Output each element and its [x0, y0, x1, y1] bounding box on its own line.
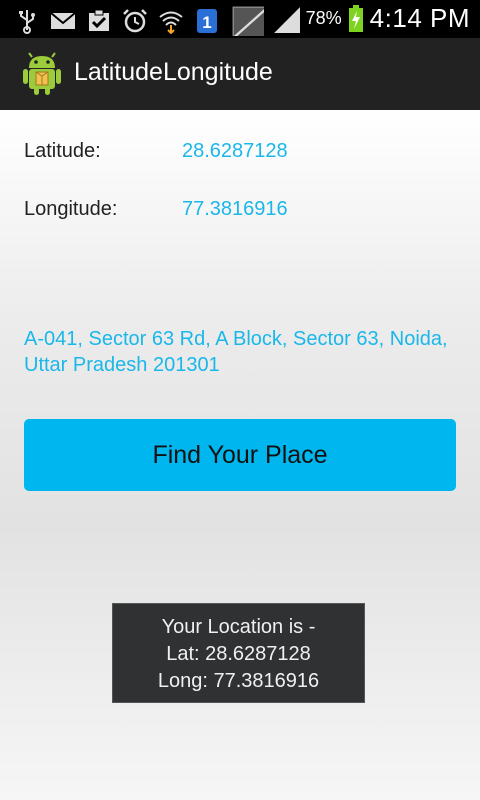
- battery-charging-icon: [348, 4, 363, 32]
- longitude-label: Longitude:: [24, 198, 118, 220]
- find-your-place-button[interactable]: Find Your Place: [24, 419, 456, 491]
- alarm-clock-icon: [123, 9, 147, 33]
- android-icon[interactable]: [22, 52, 62, 96]
- no-signal-icon: [232, 6, 264, 36]
- app-title: LatitudeLongitude: [74, 58, 273, 86]
- notification-1-icon: 1: [197, 9, 217, 33]
- action-bar: LatitudeLongitude: [0, 38, 480, 110]
- main-content: Latitude: 28.6287128 Longitude: 77.38169…: [0, 110, 480, 800]
- toast-line-3: Long: 77.3816916: [157, 670, 320, 692]
- email-icon: [50, 12, 76, 29]
- usb-icon: [19, 10, 35, 34]
- status-bar-notifications: 1: [14, 6, 264, 36]
- toast-line-1: Your Location is -: [161, 616, 316, 638]
- latitude-label: Latitude:: [24, 140, 101, 162]
- address-text: A-041, Sector 63 Rd, A Block, Sector 63,…: [24, 328, 448, 376]
- clipboard-check-icon: [89, 9, 109, 31]
- latitude-value: 28.6287128: [182, 140, 288, 162]
- toast-line-2: Lat: 28.6287128: [166, 643, 311, 665]
- signal-icon: [273, 6, 300, 33]
- wifi-download-icon: [159, 11, 183, 34]
- longitude-value: 77.3816916: [182, 198, 288, 220]
- status-bar-system: 78% 4:14 PM: [272, 3, 470, 34]
- location-toast: Your Location is - Lat: 28.6287128 Long:…: [112, 603, 365, 703]
- svg-text:1: 1: [202, 13, 211, 32]
- battery-percent: 78%: [305, 8, 342, 28]
- clock-time: 4:14 PM: [369, 3, 470, 33]
- status-bar: 1 78% 4:14 PM: [0, 0, 480, 38]
